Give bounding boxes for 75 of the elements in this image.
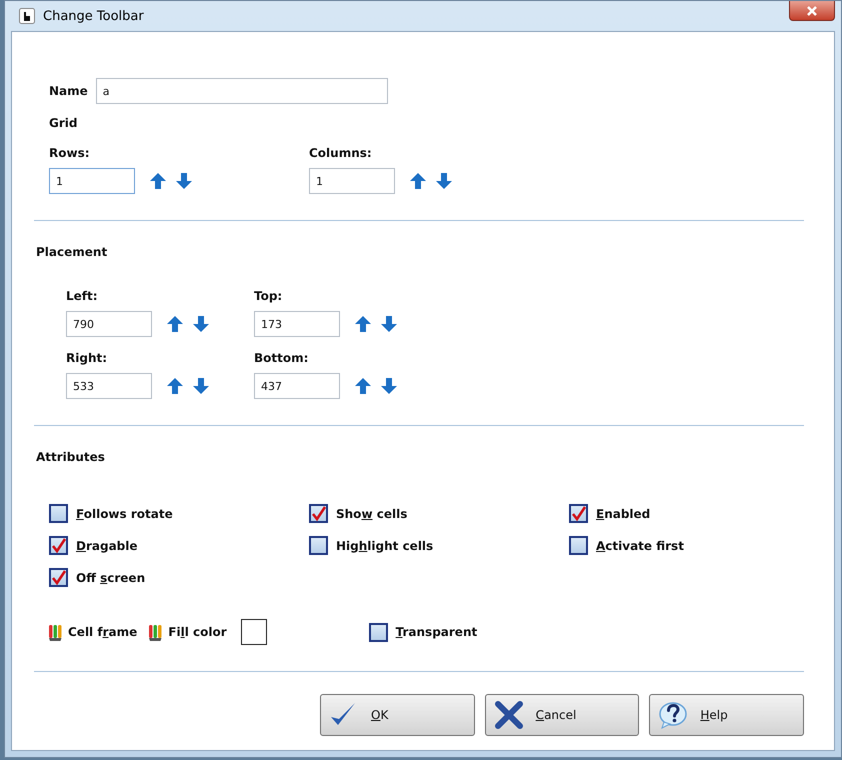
checkmark-icon [570,506,586,522]
up-arrow-button[interactable] [166,315,184,333]
down-arrow-icon [380,315,398,333]
down-arrow-button[interactable] [175,172,193,190]
pencils-icon [49,623,62,641]
down-arrow-icon [380,377,398,395]
checkbox-label[interactable]: Activate first [596,538,684,552]
checkmark-icon [310,506,326,522]
checkbox-label[interactable]: Follows rotate [76,506,173,520]
up-arrow-button[interactable] [166,377,184,395]
down-arrow-icon [175,172,193,190]
checkbox-label[interactable]: Enabled [596,506,650,520]
input-field[interactable]: 173 [254,311,340,337]
up-arrow-icon [354,377,372,395]
up-arrow-button[interactable] [354,315,372,333]
field-label: Columns: [309,146,373,160]
checkbox-label[interactable]: Show cells [336,506,408,520]
question-icon [658,701,688,729]
color-swatch[interactable] [240,619,267,645]
checkbox[interactable] [49,504,68,523]
field-label: Left: [66,289,99,303]
up-arrow-button[interactable] [354,377,372,395]
checkbox[interactable] [49,568,68,587]
fill-color-button[interactable]: Fill color [168,625,227,639]
close-button[interactable] [789,1,835,21]
field-label: Right: [66,351,108,365]
field-label: Top: [254,289,284,303]
app-icon [19,8,35,24]
section-title: Attributes [36,450,106,464]
field-label: Rows: [49,146,91,160]
down-arrow-icon [435,172,453,190]
checkbox[interactable] [49,536,68,555]
down-arrow-button[interactable] [380,315,398,333]
up-arrow-icon [166,377,184,395]
checkbox[interactable] [569,504,588,523]
down-arrow-icon [192,315,210,333]
input-field[interactable]: 790 [66,311,152,337]
up-arrow-icon [354,315,372,333]
cancel-button[interactable]: Cancel [484,694,640,736]
down-arrow-button[interactable] [192,315,210,333]
field-label: Name [49,84,88,98]
up-arrow-icon [409,172,427,190]
down-arrow-button[interactable] [192,377,210,395]
checkbox[interactable] [309,536,328,555]
up-arrow-button[interactable] [409,172,427,190]
checkbox[interactable] [309,504,328,523]
help-button[interactable]: Help [649,694,804,736]
checkbox-label[interactable]: Off screen [76,570,146,584]
down-arrow-button[interactable] [435,172,453,190]
input-field[interactable]: a [96,78,388,104]
section-title: Placement [36,245,108,259]
ok-button[interactable]: OK [320,694,475,736]
cell-frame-button[interactable]: Cell frame [68,625,138,639]
input-field[interactable]: 1 [49,168,135,194]
checkbox-label[interactable]: Highlight cells [336,538,434,552]
cross-icon [494,701,524,729]
checkbox[interactable] [368,622,388,642]
checkmark-icon [50,538,66,554]
checkbox-label[interactable]: Dragable [76,538,138,552]
input-field[interactable]: 533 [66,373,152,399]
field-label: Bottom: [254,351,310,365]
checkbox[interactable] [569,536,588,555]
input-field[interactable]: 437 [254,373,340,399]
window-title: Change Toolbar [43,8,144,24]
down-arrow-button[interactable] [380,377,398,395]
up-arrow-icon [166,315,184,333]
close-icon [806,4,818,16]
section-title: Grid [49,116,78,130]
up-arrow-icon [149,172,167,190]
checkbox-label[interactable]: Transparent [396,625,478,639]
checkmark-icon [50,570,66,586]
input-field[interactable]: 1 [309,168,395,194]
pencils-icon [149,623,162,641]
up-arrow-button[interactable] [149,172,167,190]
down-arrow-icon [192,377,210,395]
